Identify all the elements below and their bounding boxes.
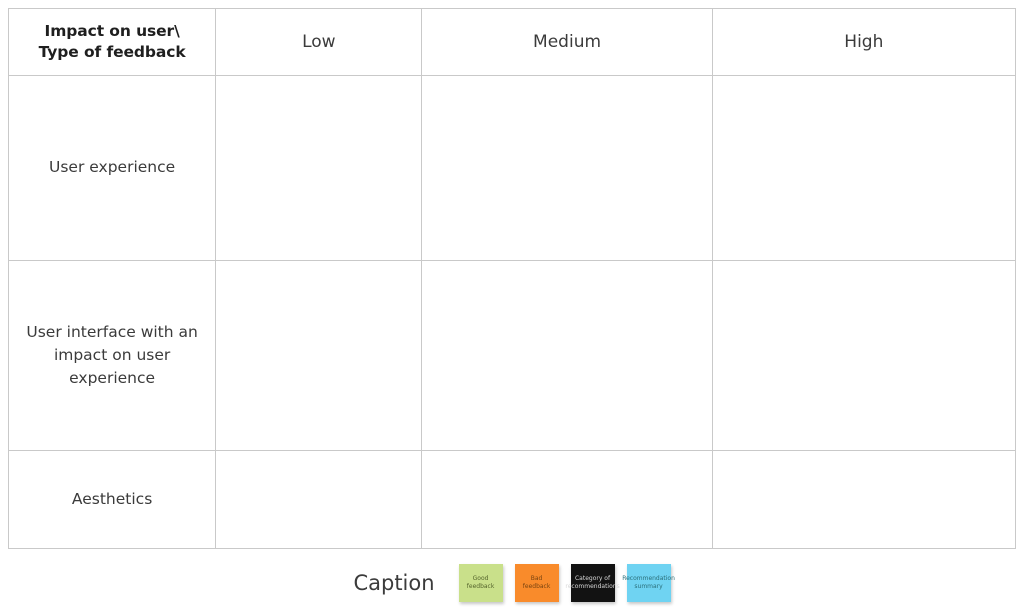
matrix-row-user-experience: User experience: [7, 75, 1017, 261]
row-header-user-interface: User interface with an impact on user ex…: [7, 260, 217, 451]
board-matrix-page: Impact on user\ Type of feedback Low Med…: [0, 0, 1024, 607]
legend-label: Good feedback: [466, 574, 495, 590]
legend-item-good-feedback: Good feedback: [458, 563, 503, 602]
row-header-aesthetics: Aesthetics: [7, 450, 217, 549]
cell-aesthetics-medium[interactable]: [421, 450, 713, 549]
cell-user-interface-medium[interactable]: [421, 260, 713, 451]
corner-header-line-1: Impact on user\: [44, 22, 180, 41]
cell-user-experience-low[interactable]: [215, 75, 423, 261]
column-header-high: High: [711, 8, 1017, 76]
cell-user-interface-high[interactable]: [711, 260, 1017, 451]
column-header-low: Low: [215, 8, 423, 76]
legend-label: Bad feedback: [522, 574, 551, 590]
matrix-row-aesthetics: Aesthetics: [7, 450, 1017, 549]
legend-item-category: Category of recommendations: [565, 563, 620, 602]
matrix-header-row: Impact on user\ Type of feedback Low Med…: [7, 8, 1017, 76]
legend-title: Caption: [353, 570, 435, 595]
row-header-user-experience: User experience: [7, 75, 217, 261]
legend-item-bad-feedback: Bad feedback: [514, 563, 559, 602]
cell-user-interface-low[interactable]: [215, 260, 423, 451]
legend-item-summary: Recommendation summary: [622, 563, 675, 602]
legend-label: Recommendation summary: [622, 574, 675, 590]
column-header-medium: Medium: [421, 8, 713, 76]
cell-user-experience-high[interactable]: [711, 75, 1017, 261]
legend: Caption Good feedback Bad feedback Categ…: [0, 558, 1024, 607]
matrix-corner-header: Impact on user\ Type of feedback: [7, 8, 217, 76]
legend-label: Category of recommendations: [565, 574, 620, 590]
impact-feedback-matrix: Impact on user\ Type of feedback Low Med…: [7, 8, 1017, 549]
matrix-row-user-interface: User interface with an impact on user ex…: [7, 260, 1017, 451]
cell-aesthetics-low[interactable]: [215, 450, 423, 549]
corner-header-line-2: Type of feedback: [38, 43, 186, 61]
cell-aesthetics-high[interactable]: [711, 450, 1017, 549]
cell-user-experience-medium[interactable]: [421, 75, 713, 261]
